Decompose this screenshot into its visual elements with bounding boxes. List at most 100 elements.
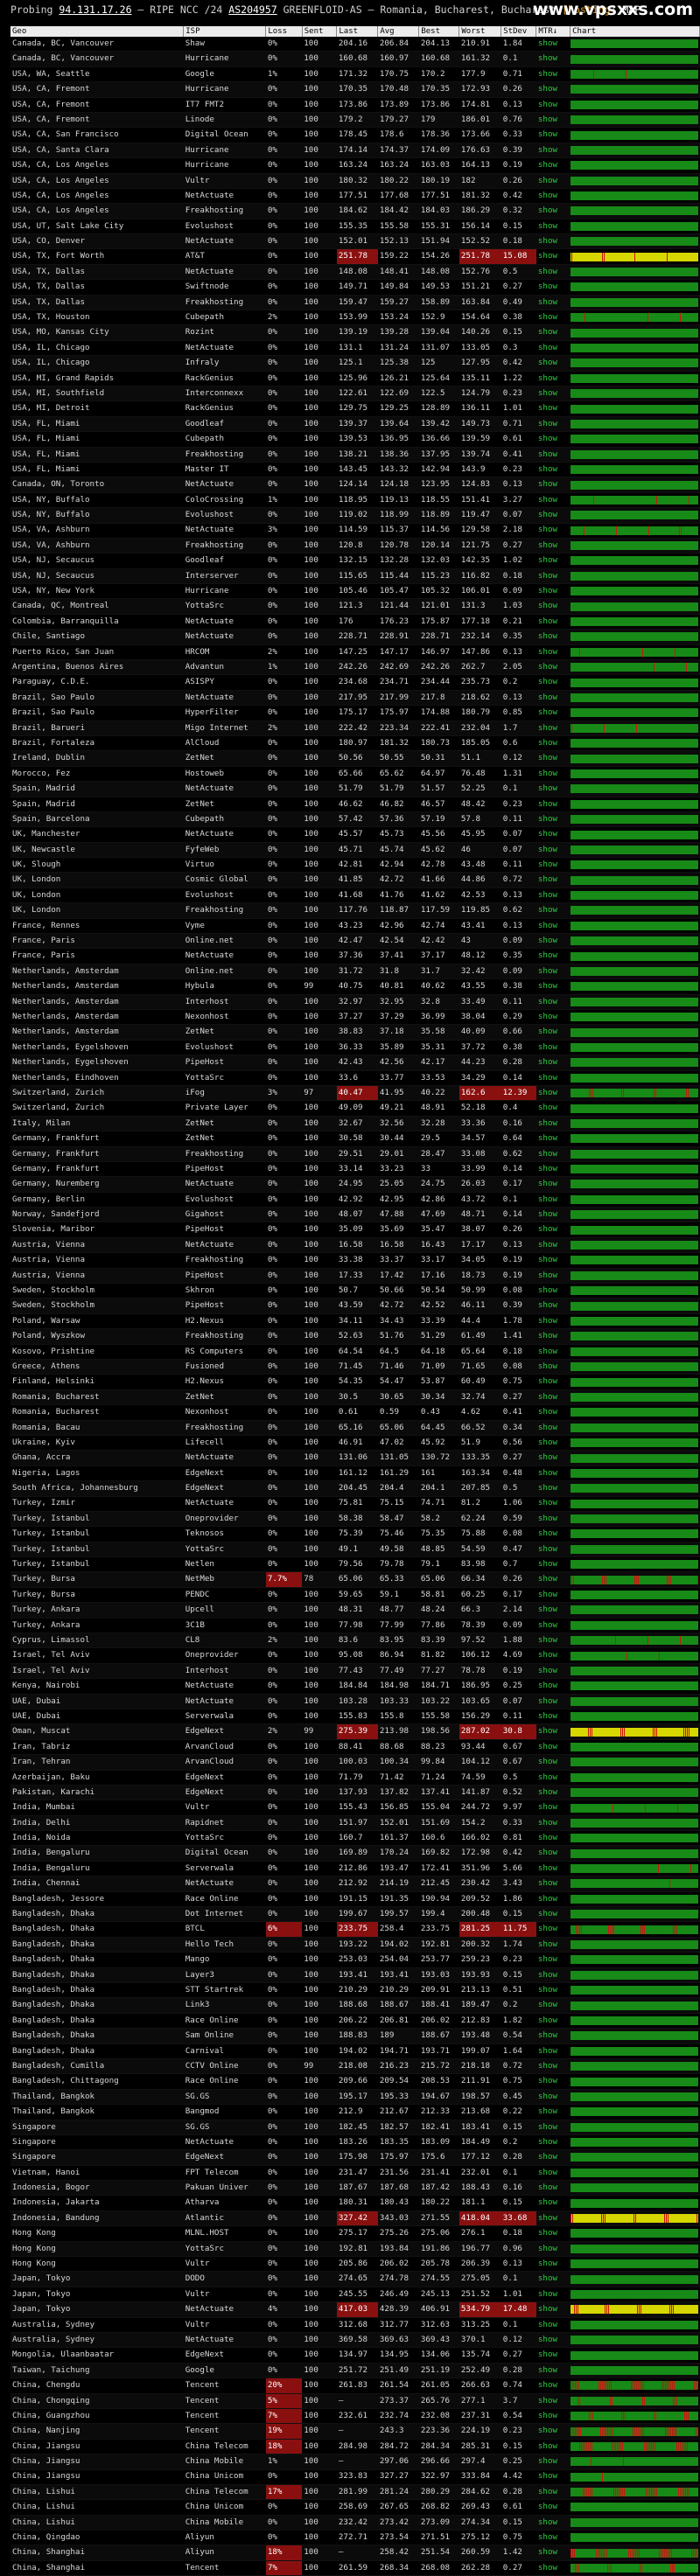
mtr-show-link[interactable]: show xyxy=(536,2271,570,2287)
mtr-show-link[interactable]: show xyxy=(536,371,570,386)
mtr-show-link[interactable]: show xyxy=(536,1952,570,1968)
mtr-show-link[interactable]: show xyxy=(536,2210,570,2227)
mtr-show-link[interactable]: show xyxy=(536,219,570,235)
mtr-show-link[interactable]: show xyxy=(536,2332,570,2349)
mtr-show-link[interactable]: show xyxy=(536,1116,570,1132)
mtr-show-link[interactable]: show xyxy=(536,2484,570,2501)
mtr-show-link[interactable]: show xyxy=(536,1891,570,1908)
mtr-show-link[interactable]: show xyxy=(536,2408,570,2425)
mtr-show-link[interactable]: show xyxy=(536,37,570,52)
col-sent-header[interactable]: Sent xyxy=(302,26,338,37)
mtr-show-link[interactable]: show xyxy=(536,842,570,859)
col-best-header[interactable]: Best xyxy=(418,26,460,37)
mtr-show-link[interactable]: show xyxy=(536,1359,570,1375)
col-avg-header[interactable]: Avg xyxy=(377,26,420,37)
mtr-show-link[interactable]: show xyxy=(536,721,570,736)
mtr-show-link[interactable]: show xyxy=(536,1055,570,1071)
mtr-show-link[interactable]: show xyxy=(536,1040,570,1056)
mtr-show-link[interactable]: show xyxy=(536,1192,570,1208)
mtr-show-link[interactable]: show xyxy=(536,2545,570,2561)
mtr-show-link[interactable]: show xyxy=(536,2256,570,2273)
mtr-show-link[interactable]: show xyxy=(536,1861,570,1877)
mtr-show-link[interactable]: show xyxy=(536,2180,570,2197)
mtr-show-link[interactable]: show xyxy=(536,1830,570,1847)
mtr-show-link[interactable]: show xyxy=(536,2423,570,2440)
col-mtr-header[interactable]: MTR↓ xyxy=(536,26,571,37)
mtr-show-link[interactable]: show xyxy=(536,902,570,919)
mtr-show-link[interactable]: show xyxy=(536,1587,570,1604)
mtr-show-link[interactable]: show xyxy=(536,1222,570,1238)
mtr-show-link[interactable]: show xyxy=(536,1815,570,1832)
mtr-show-link[interactable]: show xyxy=(536,568,570,585)
mtr-show-link[interactable]: show xyxy=(536,2301,570,2318)
mtr-show-link[interactable]: show xyxy=(536,964,570,980)
mtr-show-link[interactable]: show xyxy=(536,1420,570,1436)
mtr-show-link[interactable]: show xyxy=(536,2120,570,2135)
mtr-show-link[interactable]: show xyxy=(536,1723,570,1740)
asn-link[interactable]: AS204957 xyxy=(228,3,276,16)
mtr-show-link[interactable]: show xyxy=(536,340,570,357)
mtr-show-link[interactable]: show xyxy=(536,462,570,478)
mtr-show-link[interactable]: show xyxy=(536,1571,570,1588)
mtr-show-link[interactable]: show xyxy=(536,81,570,98)
mtr-show-link[interactable]: show xyxy=(536,2073,570,2090)
mtr-show-link[interactable]: show xyxy=(536,127,570,143)
mtr-show-link[interactable]: show xyxy=(536,2165,570,2182)
mtr-show-link[interactable]: show xyxy=(536,978,570,995)
mtr-show-link[interactable]: show xyxy=(536,1496,570,1512)
mtr-show-link[interactable]: show xyxy=(536,674,570,691)
mtr-show-link[interactable]: show xyxy=(536,2287,570,2303)
mtr-show-link[interactable]: show xyxy=(536,1085,570,1102)
mtr-show-link[interactable]: show xyxy=(536,1967,570,1984)
mtr-show-link[interactable]: show xyxy=(536,1298,570,1314)
mtr-show-link[interactable]: show xyxy=(536,1207,570,1223)
probed-ip-link[interactable]: 94.131.17.26 xyxy=(59,3,131,16)
mtr-show-link[interactable]: show xyxy=(536,523,570,539)
mtr-show-link[interactable]: show xyxy=(536,203,570,219)
mtr-show-link[interactable]: show xyxy=(536,2317,570,2333)
mtr-show-link[interactable]: show xyxy=(536,400,570,417)
mtr-show-link[interactable]: show xyxy=(536,797,570,812)
mtr-show-link[interactable]: show xyxy=(536,1709,570,1725)
mtr-show-link[interactable]: show xyxy=(536,2195,570,2211)
mtr-show-link[interactable]: show xyxy=(536,1131,570,1147)
mtr-show-link[interactable]: show xyxy=(536,1800,570,1816)
mtr-show-link[interactable]: show xyxy=(536,2530,570,2546)
mtr-show-link[interactable]: show xyxy=(536,1480,570,1497)
mtr-show-link[interactable]: show xyxy=(536,1526,570,1542)
mtr-show-link[interactable]: show xyxy=(536,1009,570,1026)
mtr-show-link[interactable]: show xyxy=(536,355,570,372)
mtr-show-link[interactable]: show xyxy=(536,1252,570,1269)
mtr-show-link[interactable]: show xyxy=(536,2454,570,2470)
mtr-show-link[interactable]: show xyxy=(536,1663,570,1680)
mtr-show-link[interactable]: show xyxy=(536,97,570,113)
col-isp-header[interactable]: ISP xyxy=(183,26,267,37)
mtr-show-link[interactable]: show xyxy=(536,705,570,721)
mtr-show-link[interactable]: show xyxy=(536,2363,570,2379)
mtr-show-link[interactable]: show xyxy=(536,279,570,296)
mtr-show-link[interactable]: show xyxy=(536,1100,570,1117)
mtr-show-link[interactable]: show xyxy=(536,324,570,341)
col-stdev-header[interactable]: StDev xyxy=(500,26,537,37)
mtr-show-link[interactable]: show xyxy=(536,1937,570,1953)
mtr-show-link[interactable]: show xyxy=(536,1237,570,1254)
mtr-show-link[interactable]: show xyxy=(536,1344,570,1360)
mtr-show-link[interactable]: show xyxy=(536,507,570,524)
mtr-show-link[interactable]: show xyxy=(536,1268,570,1285)
mtr-show-link[interactable]: show xyxy=(536,2134,570,2151)
mtr-show-link[interactable]: show xyxy=(536,157,570,174)
mtr-show-link[interactable]: show xyxy=(536,1694,570,1709)
mtr-show-link[interactable]: show xyxy=(536,583,570,600)
mtr-show-link[interactable]: show xyxy=(536,447,570,463)
mtr-show-link[interactable]: show xyxy=(536,781,570,797)
mtr-show-link[interactable]: show xyxy=(536,1070,570,1086)
mtr-show-link[interactable]: show xyxy=(536,629,570,645)
mtr-show-link[interactable]: show xyxy=(536,173,570,189)
mtr-show-link[interactable]: show xyxy=(536,2013,570,2029)
mtr-show-link[interactable]: show xyxy=(536,933,570,950)
mtr-show-link[interactable]: show xyxy=(536,264,570,281)
mtr-show-link[interactable]: show xyxy=(536,1283,570,1299)
mtr-show-link[interactable]: show xyxy=(536,690,570,707)
mtr-show-link[interactable]: show xyxy=(536,2560,570,2576)
mtr-show-link[interactable]: show xyxy=(536,888,570,904)
